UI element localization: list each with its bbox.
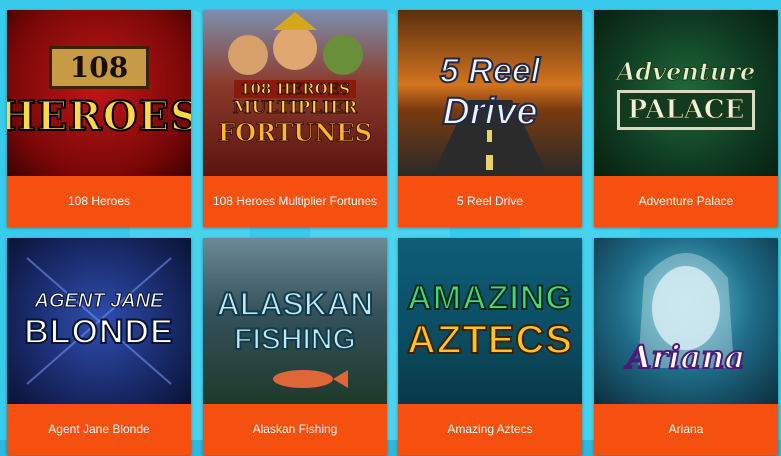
art-line-1: 108 (69, 51, 129, 84)
fish-icon (273, 370, 348, 388)
art-line-2: MULTIPLIER (232, 98, 358, 119)
art-line-3: FORTUNES (218, 118, 373, 148)
game-thumbnail[interactable]: AGENT JANE BLONDE (7, 238, 191, 404)
game-card-adventure-palace[interactable]: Adventure PALACE Adventure Palace (594, 10, 778, 227)
game-card-108-heroes[interactable]: 108 HEROES 108 Heroes (7, 10, 191, 227)
art-line-2: BLONDE (23, 312, 174, 352)
game-title[interactable]: Alaskan Fishing (203, 404, 387, 455)
art-line-1: 5 Reel (439, 51, 541, 91)
game-card-108-heroes-multiplier-fortunes[interactable]: 108 HEROES MULTIPLIER FORTUNES 108 Heroe… (203, 10, 387, 227)
art-line-1: AGENT JANE (34, 290, 164, 313)
game-title[interactable]: Amazing Aztecs (398, 404, 582, 455)
game-title[interactable]: Agent Jane Blonde (7, 404, 191, 455)
game-card-amazing-aztecs[interactable]: AMAZING AZTECS Amazing Aztecs (398, 238, 582, 455)
art-line-1: Adventure (616, 56, 756, 86)
art-line-1: AMAZING (406, 278, 573, 318)
game-title[interactable]: Ariana (594, 404, 778, 455)
game-thumbnail[interactable]: AMAZING AZTECS (398, 238, 582, 404)
art-line-2: Drive (441, 90, 538, 134)
game-thumbnail[interactable]: ALASKAN FISHING (203, 238, 387, 404)
game-title[interactable]: Adventure Palace (594, 176, 778, 227)
game-card-alaskan-fishing[interactable]: ALASKAN FISHING Alaskan Fishing (203, 238, 387, 455)
art-line-2: FISHING (233, 322, 357, 357)
art-line-1: Ariana (626, 337, 747, 377)
game-thumbnail[interactable]: 108 HEROES (7, 10, 191, 176)
art-line-2: HEROES (7, 92, 191, 141)
game-thumbnail[interactable]: Adventure PALACE (594, 10, 778, 176)
game-title[interactable]: 108 Heroes Multiplier Fortunes (203, 176, 387, 227)
game-thumbnail[interactable]: Ariana (594, 238, 778, 404)
warriors-illustration (228, 12, 363, 75)
game-card-5-reel-drive[interactable]: 5 Reel Drive 5 Reel Drive (398, 10, 582, 227)
game-thumbnail[interactable]: 108 HEROES MULTIPLIER FORTUNES (203, 10, 387, 176)
game-title[interactable]: 108 Heroes (7, 176, 191, 227)
game-title[interactable]: 5 Reel Drive (398, 176, 582, 227)
game-thumbnail[interactable]: 5 Reel Drive (398, 10, 582, 176)
game-card-agent-jane-blonde[interactable]: AGENT JANE BLONDE Agent Jane Blonde (7, 238, 191, 455)
art-line-1: ALASKAN (216, 285, 374, 323)
art-line-2: PALACE (627, 94, 745, 125)
game-card-ariana[interactable]: Ariana Ariana (594, 238, 778, 455)
art-line-1: 108 HEROES (234, 80, 356, 99)
art-line-2: AZTECS (406, 317, 573, 363)
